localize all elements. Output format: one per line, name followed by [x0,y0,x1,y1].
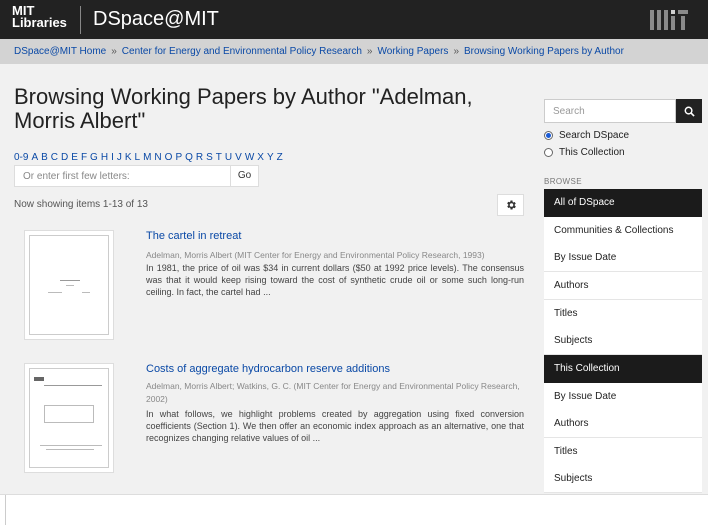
alpha-link[interactable]: Z [277,152,283,163]
alpha-link[interactable]: Y [267,152,274,163]
item-abstract: In 1981, the price of oil was $34 in cur… [146,263,524,297]
alpha-link[interactable]: S [206,152,213,163]
top-header: MIT Libraries DSpace@MIT [0,0,708,39]
item-thumbnail[interactable] [24,363,114,473]
document-preview [29,235,109,335]
nav-item-issue-date[interactable]: By Issue Date [544,244,702,272]
radio-selected-icon[interactable] [544,131,553,140]
nav-item-subjects[interactable]: Subjects [544,327,702,355]
item-meta: Adelman, Morris Albert (MIT Center for E… [146,250,485,260]
item-title-link[interactable]: The cartel in retreat [146,230,241,242]
nav-item-collection-issue-date[interactable]: By Issue Date [544,383,702,411]
alpha-link[interactable]: X [257,152,264,163]
results-count: Now showing items 1-13 of 13 [14,199,148,210]
alpha-link[interactable]: I [111,152,114,163]
alpha-link[interactable]: D [61,152,68,163]
alpha-link[interactable]: N [154,152,161,163]
go-button[interactable]: Go [230,165,259,187]
alpha-link[interactable]: M [143,152,151,163]
breadcrumb-working-papers[interactable]: Working Papers [377,46,448,57]
document-preview [29,368,109,468]
item-title-link[interactable]: Costs of aggregate hydrocarbon reserve a… [146,363,390,375]
item-thumbnail[interactable] [24,230,114,340]
alpha-link[interactable]: A [31,152,38,163]
alpha-link[interactable]: G [90,152,98,163]
scope-label: Search DSpace [559,130,630,141]
alpha-link[interactable]: K [125,152,132,163]
mit-libraries-logo[interactable]: MIT Libraries [12,4,76,30]
site-title[interactable]: DSpace@MIT [93,8,219,31]
logo-line-2: Libraries [12,15,67,30]
scope-option-collection[interactable]: This Collection [544,147,625,158]
breadcrumb-current[interactable]: Browsing Working Papers by Author [464,46,624,57]
search-input[interactable] [544,99,676,123]
search-icon [684,106,695,117]
alpha-link[interactable]: B [41,152,48,163]
starts-with-input[interactable] [14,165,231,187]
alpha-link[interactable]: L [135,152,141,163]
alpha-index: 0-9 A B C D E F G H I J K L M N O P Q R S T U V W X Y Z [14,152,286,163]
breadcrumb-separator: » [366,46,373,57]
alpha-link[interactable]: F [81,152,87,163]
nav-item-collection-titles[interactable]: Titles [544,438,702,466]
nav-item-titles[interactable]: Titles [544,300,702,328]
alpha-link[interactable]: Q [185,152,193,163]
alpha-link[interactable]: U [225,152,232,163]
scope-label: This Collection [559,147,625,158]
breadcrumb-center[interactable]: Center for Energy and Environmental Poli… [122,46,362,57]
alpha-link[interactable]: J [117,152,122,163]
page-title: Browsing Working Papers by Author "Adelm… [14,84,473,133]
alpha-link[interactable]: E [71,152,78,163]
alpha-link[interactable]: C [51,152,58,163]
item-abstract: In what follows, we highlight problems c… [146,409,524,443]
nav-header-all-dspace[interactable]: All of DSpace [544,189,702,217]
logo-divider [80,6,81,34]
gear-icon [506,200,516,210]
radio-unselected-icon[interactable] [544,148,553,157]
breadcrumb-separator: » [111,46,117,57]
breadcrumb: DSpace@MIT Home » Center for Energy and En… [0,39,708,64]
nav-item-authors[interactable]: Authors [544,272,702,300]
alpha-link[interactable]: H [101,152,108,163]
nav-header-this-collection[interactable]: This Collection [544,355,702,383]
nav-item-collection-authors[interactable]: Authors [544,410,702,438]
alpha-link[interactable]: O [165,152,173,163]
scope-option-dspace[interactable]: Search DSpace [544,130,629,141]
footer-area [0,494,708,530]
alpha-link[interactable]: V [235,152,242,163]
alpha-link[interactable]: T [216,152,222,163]
search-button[interactable] [676,99,702,123]
item-meta: Adelman, Morris Albert; Watkins, G. C. (… [146,381,520,404]
alpha-link[interactable]: 0-9 [14,152,28,163]
nav-item-communities[interactable]: Communities & Collections [544,217,702,245]
breadcrumb-home[interactable]: DSpace@MIT Home [14,46,106,57]
breadcrumb-separator: » [453,46,459,57]
alpha-link[interactable]: W [245,152,254,163]
settings-button[interactable] [497,194,524,216]
alpha-link[interactable]: R [196,152,203,163]
alpha-link[interactable]: P [175,152,182,163]
browse-heading: BROWSE [544,177,582,186]
nav-item-collection-subjects[interactable]: Subjects [544,465,702,493]
mit-logo-icon[interactable] [650,10,688,30]
